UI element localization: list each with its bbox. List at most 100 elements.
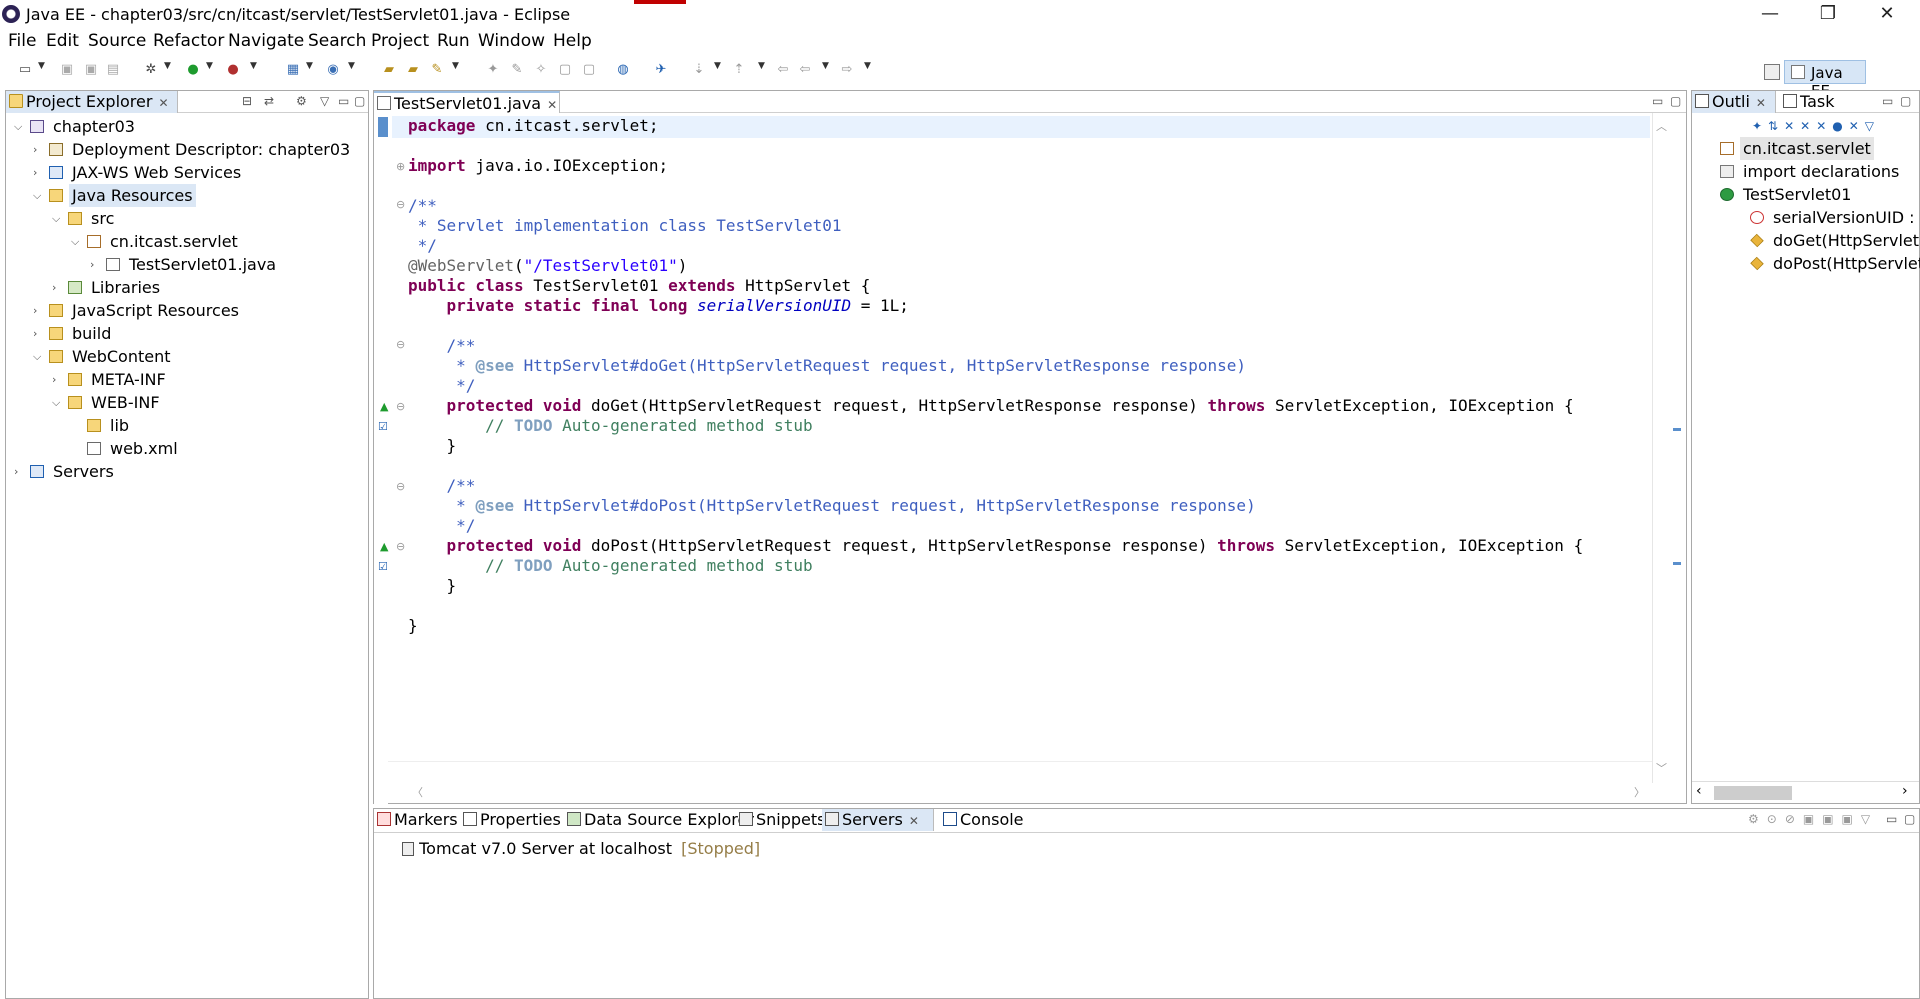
- tree-item[interactable]: › Libraries: [6, 276, 368, 299]
- debug-icon[interactable]: ✲: [142, 62, 160, 78]
- tab-markers[interactable]: Markers: [374, 809, 458, 831]
- open-perspective-icon[interactable]: [1764, 64, 1780, 80]
- tree-item[interactable]: web.xml: [6, 437, 368, 460]
- tab-console[interactable]: Console: [940, 809, 1026, 831]
- chevron-down-icon[interactable]: ▼: [758, 61, 765, 71]
- chevron-down-icon[interactable]: ▼: [250, 61, 257, 71]
- chevron-down-icon[interactable]: ⌵: [52, 391, 64, 414]
- tab-outline[interactable]: Outli ✕: [1692, 91, 1776, 113]
- minimize-button[interactable]: —: [1745, 0, 1795, 30]
- outline-item[interactable]: TestServlet01: [1692, 183, 1920, 206]
- outline-item[interactable]: doGet(HttpServletR: [1692, 229, 1920, 252]
- code-line[interactable]: package cn.itcast.servlet;: [408, 116, 658, 136]
- code-line[interactable]: */: [408, 516, 475, 536]
- pen-icon[interactable]: ✎: [508, 62, 526, 78]
- minimize-view-icon[interactable]: ▭: [1882, 94, 1893, 108]
- print-icon[interactable]: ▤: [104, 62, 122, 78]
- chevron-down-icon[interactable]: ▼: [206, 61, 213, 71]
- code-line[interactable]: import java.io.IOException;: [408, 156, 668, 176]
- chevron-right-icon[interactable]: ›: [90, 253, 102, 276]
- minimize-view-icon[interactable]: ▭: [1886, 812, 1897, 826]
- maximize-view-icon[interactable]: ▢: [1904, 812, 1915, 826]
- tree-item[interactable]: ⌵ WebContent: [6, 345, 368, 368]
- menu-navigate[interactable]: Navigate: [228, 31, 304, 51]
- tab-testservlet01-java[interactable]: TestServlet01.java ✕: [374, 91, 560, 113]
- code-line[interactable]: }: [408, 436, 457, 456]
- outline-item[interactable]: doPost(HttpServletR: [1692, 252, 1920, 275]
- toggle-mark-icon[interactable]: ✦: [484, 62, 502, 78]
- view-menu-chevron-icon[interactable]: ▽: [320, 94, 329, 108]
- chevron-down-icon[interactable]: ⌵: [52, 207, 64, 230]
- scroll-right-icon[interactable]: 〉: [1634, 784, 1645, 800]
- outline-item[interactable]: cn.itcast.servlet: [1692, 137, 1920, 160]
- code-line[interactable]: /**: [408, 336, 476, 356]
- block2-icon[interactable]: ▢: [580, 62, 598, 78]
- tab-servers[interactable]: Servers ✕: [822, 809, 934, 831]
- fold-collapse-icon[interactable]: ⊖: [396, 198, 405, 211]
- tree-item[interactable]: › build: [6, 322, 368, 345]
- run-icon[interactable]: ●: [184, 62, 202, 78]
- task-marker-icon[interactable]: ☑: [378, 560, 388, 573]
- restore-button[interactable]: ❐: [1803, 0, 1853, 30]
- tab-task-list[interactable]: Task: [1780, 91, 1860, 113]
- close-icon[interactable]: ✕: [158, 96, 168, 110]
- minimize-view-icon[interactable]: ▭: [338, 94, 349, 108]
- open-type-icon[interactable]: ▰: [380, 62, 398, 78]
- save-all-icon[interactable]: ▣: [82, 62, 100, 78]
- outline-item[interactable]: import declarations: [1692, 160, 1920, 183]
- new-icon[interactable]: ▭: [16, 62, 34, 78]
- run-external-tools-icon[interactable]: ●: [224, 62, 242, 78]
- menu-search[interactable]: Search: [308, 31, 366, 51]
- perspective-java-ee[interactable]: Java EE: [1784, 60, 1866, 100]
- scroll-up-icon[interactable]: ︿: [1656, 118, 1667, 134]
- tab-data-source-explorer[interactable]: Data Source Explorer: [564, 809, 754, 831]
- chevron-down-icon[interactable]: ⌵: [33, 184, 45, 207]
- tree-item[interactable]: ⌵ cn.itcast.servlet: [6, 230, 368, 253]
- globe-icon[interactable]: ◍: [614, 62, 632, 78]
- fold-collapse-icon[interactable]: ⊖: [396, 480, 405, 493]
- chevron-right-icon[interactable]: ›: [33, 299, 45, 322]
- chevron-down-icon[interactable]: ▼: [864, 61, 871, 71]
- tree-item[interactable]: › Deployment Descriptor: chapter03: [6, 138, 368, 161]
- horizontal-scrollbar[interactable]: [388, 761, 1652, 781]
- new-server-icon[interactable]: ▦: [284, 62, 302, 78]
- chevron-down-icon[interactable]: ▼: [822, 61, 829, 71]
- overview-ruler-mark[interactable]: [1673, 428, 1681, 431]
- next-annotation-icon[interactable]: ⇣: [690, 62, 708, 78]
- chevron-right-icon[interactable]: ›: [33, 161, 45, 184]
- code-line[interactable]: */: [408, 236, 437, 256]
- tree-item[interactable]: lib: [6, 414, 368, 437]
- chevron-down-icon[interactable]: ▼: [714, 61, 721, 71]
- outline-hscrollbar[interactable]: ‹ ›: [1692, 781, 1919, 803]
- menu-refactor[interactable]: Refactor: [153, 31, 224, 51]
- scroll-down-icon[interactable]: ﹀: [1656, 760, 1667, 776]
- block-icon[interactable]: ▢: [556, 62, 574, 78]
- tree-item[interactable]: › JAX-WS Web Services: [6, 161, 368, 184]
- close-button[interactable]: ✕: [1862, 0, 1912, 30]
- code-line[interactable]: * @see HttpServlet#doGet(HttpServletRequ…: [408, 356, 1246, 376]
- chevron-down-icon[interactable]: ⌵: [14, 115, 26, 138]
- code-line[interactable]: // TODO Auto-generated method stub: [408, 416, 813, 436]
- tree-item[interactable]: ⌵ chapter03: [6, 115, 368, 138]
- chevron-down-icon[interactable]: ▼: [306, 61, 313, 71]
- overview-ruler-mark[interactable]: [1673, 562, 1681, 565]
- tree-item[interactable]: › TestServlet01.java: [6, 253, 368, 276]
- fold-collapse-icon[interactable]: ⊖: [396, 540, 405, 553]
- chevron-right-icon[interactable]: ›: [52, 368, 64, 391]
- view-menu-icon[interactable]: ⚙: [296, 94, 307, 108]
- menu-file[interactable]: File: [8, 31, 36, 51]
- close-icon[interactable]: ✕: [547, 98, 557, 112]
- tree-item[interactable]: ⌵ Java Resources: [6, 184, 368, 207]
- forward-icon[interactable]: ⇨: [838, 62, 856, 78]
- code-line[interactable]: protected void doGet(HttpServletRequest …: [408, 396, 1574, 416]
- close-icon[interactable]: ✕: [909, 814, 919, 828]
- chevron-right-icon[interactable]: ›: [33, 138, 45, 161]
- chevron-down-icon[interactable]: ▼: [38, 61, 45, 71]
- chevron-right-icon[interactable]: ›: [52, 276, 64, 299]
- menu-edit[interactable]: Edit: [46, 31, 79, 51]
- tree-item[interactable]: › JavaScript Resources: [6, 299, 368, 322]
- code-line[interactable]: * Servlet implementation class TestServl…: [408, 216, 842, 236]
- prev-annotation-icon[interactable]: ⇡: [730, 62, 748, 78]
- tree-item[interactable]: ⌵ WEB-INF: [6, 391, 368, 414]
- chevron-right-icon[interactable]: ›: [14, 460, 26, 483]
